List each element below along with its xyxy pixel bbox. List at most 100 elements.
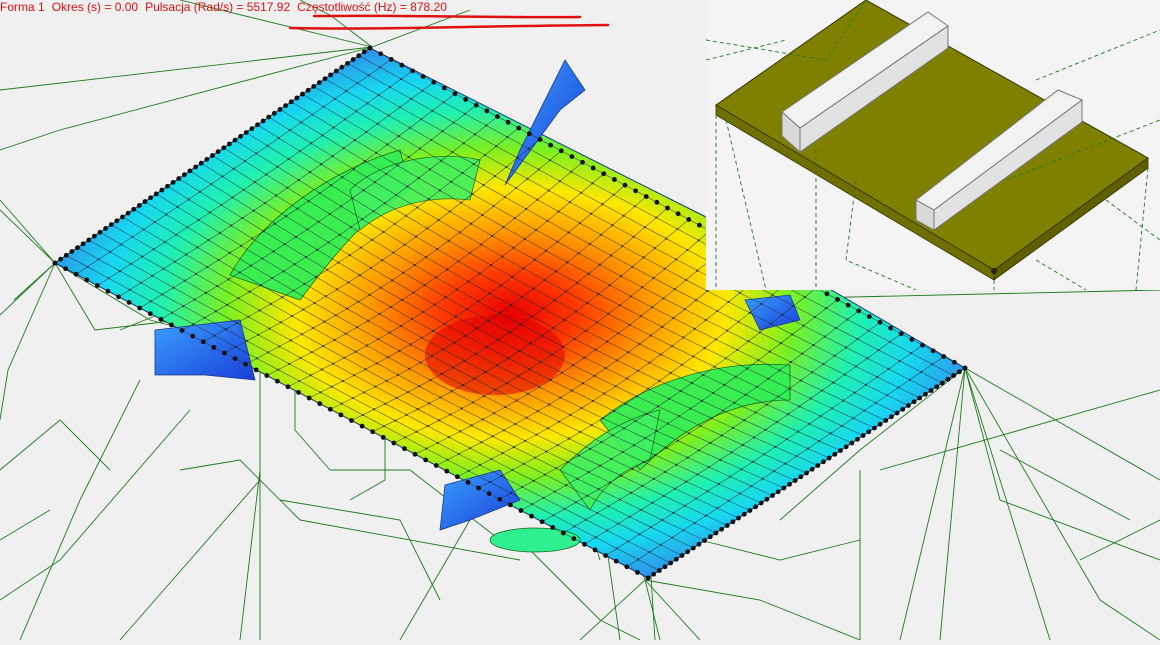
mesh-node <box>322 344 325 348</box>
mesh-node <box>339 64 345 70</box>
mesh-node <box>406 391 410 394</box>
mesh-node <box>426 227 429 230</box>
mesh-node <box>795 455 798 458</box>
mesh-node <box>699 424 702 427</box>
mesh-node <box>349 418 354 423</box>
mesh-node <box>758 331 761 334</box>
mesh-node <box>591 399 595 403</box>
mesh-node <box>897 386 900 389</box>
mesh-node <box>283 103 289 108</box>
mesh-node <box>641 286 644 289</box>
mesh-node <box>271 110 277 116</box>
mesh-node <box>553 299 556 302</box>
structure-model <box>705 0 1160 291</box>
mesh-node <box>217 258 220 262</box>
mesh-node <box>736 348 739 351</box>
mesh-node <box>393 222 396 226</box>
mesh-node <box>187 198 190 201</box>
mesh-node <box>473 133 477 136</box>
mesh-node <box>480 441 483 444</box>
mesh-node <box>516 375 520 378</box>
mesh-node <box>651 501 654 504</box>
mesh-node <box>243 130 249 135</box>
mesh-node <box>509 304 512 307</box>
mesh-node <box>322 76 328 82</box>
mesh-node <box>394 419 397 422</box>
mesh-node <box>883 418 889 423</box>
mesh-node <box>530 315 534 318</box>
mesh-node <box>226 303 229 306</box>
mesh-node <box>499 284 503 287</box>
inset-model-view[interactable] <box>705 0 1160 291</box>
mesh-node <box>204 156 210 162</box>
mesh-node <box>539 360 542 364</box>
mesh-node <box>310 350 313 354</box>
3d-viewport[interactable]: Forma 1 Okres (s) = 0.00 Pulsacja (Rad/s) … <box>0 0 1160 641</box>
mesh-node <box>86 237 92 243</box>
mesh-node <box>508 331 511 334</box>
mesh-node <box>333 338 336 342</box>
mesh-node <box>317 220 320 223</box>
mesh-node <box>670 344 674 348</box>
mesh-node <box>367 319 370 322</box>
mesh-node <box>526 131 532 137</box>
mesh-node <box>284 215 288 218</box>
mesh-node <box>299 356 302 360</box>
mesh-node <box>450 180 453 183</box>
mesh-node <box>675 211 681 217</box>
mesh-node <box>502 429 506 432</box>
mesh-node <box>528 368 531 371</box>
mesh-node <box>537 168 540 171</box>
mesh-node <box>176 176 182 181</box>
mesh-node <box>877 319 883 325</box>
mesh-node <box>488 480 491 484</box>
mesh-node <box>519 323 522 326</box>
mesh-node <box>86 265 89 268</box>
mesh-node <box>316 248 319 251</box>
mesh-node <box>206 265 209 269</box>
mesh-node <box>683 308 686 311</box>
mesh-node <box>655 216 658 219</box>
mesh-node <box>453 341 456 344</box>
mesh-node <box>354 350 357 353</box>
mesh-node <box>417 176 420 180</box>
mesh-node <box>378 66 382 69</box>
mesh-node <box>542 496 545 500</box>
mesh-node <box>257 333 260 336</box>
mesh-node <box>330 385 333 388</box>
mesh-node <box>886 394 889 397</box>
mesh-node <box>75 245 80 251</box>
mesh-node <box>253 181 257 184</box>
mesh-node <box>876 375 879 379</box>
mesh-node <box>193 164 199 170</box>
mesh-node <box>448 210 451 213</box>
mesh-node <box>274 378 280 384</box>
mesh-node <box>734 375 737 378</box>
mesh-node <box>584 518 588 521</box>
mesh-node <box>843 444 849 450</box>
mesh-node <box>471 192 474 196</box>
mesh-node <box>465 308 469 311</box>
mesh-node <box>621 245 624 248</box>
mesh-node <box>485 124 488 127</box>
mesh-node <box>442 348 445 351</box>
mesh-node <box>695 497 698 500</box>
mesh-node <box>866 429 872 435</box>
mesh-node <box>433 463 439 468</box>
mesh-node <box>253 367 259 373</box>
mesh-node <box>277 136 280 140</box>
mesh-node <box>333 68 339 74</box>
mesh-node <box>349 225 353 229</box>
mesh-node <box>353 374 356 377</box>
mesh-node <box>80 241 86 247</box>
mesh-node <box>501 452 504 455</box>
mesh-node <box>694 299 698 302</box>
mesh-node <box>750 484 753 488</box>
mesh-node <box>822 362 825 366</box>
mesh-node <box>341 176 344 179</box>
mesh-node <box>186 226 189 229</box>
mesh-node <box>608 481 612 484</box>
mesh-node <box>740 468 743 471</box>
mesh-node <box>184 253 188 256</box>
mesh-node <box>399 324 402 328</box>
